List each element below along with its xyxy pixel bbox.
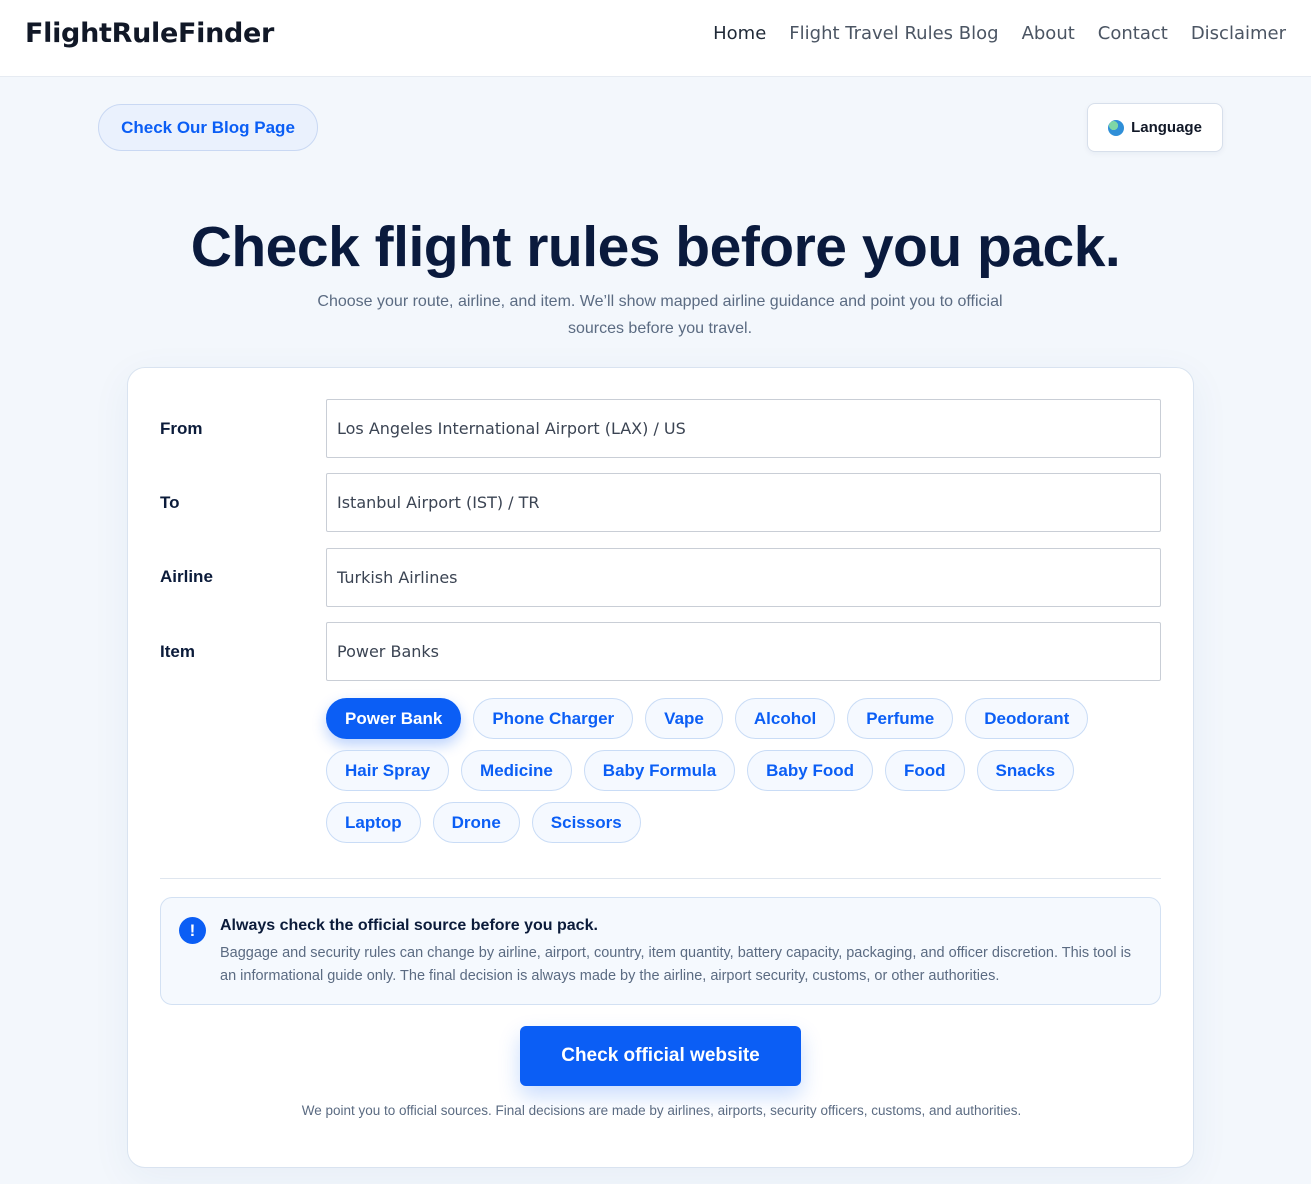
main-nav: Home Flight Travel Rules Blog About Cont… xyxy=(713,22,1286,46)
chip-drone[interactable]: Drone xyxy=(432,802,520,843)
nav-blog[interactable]: Flight Travel Rules Blog xyxy=(789,22,998,46)
chip-row: Power Bank Phone Charger Vape Alcohol Pe… xyxy=(326,698,1161,739)
nav-disclaimer[interactable]: Disclaimer xyxy=(1191,22,1286,46)
blog-page-button[interactable]: Check Our Blog Page xyxy=(98,104,318,151)
chip-baby-formula[interactable]: Baby Formula xyxy=(583,750,736,791)
chip-food[interactable]: Food xyxy=(885,750,965,791)
search-card: From Los Angeles International Airport (… xyxy=(127,367,1194,1168)
to-label: To xyxy=(160,493,180,512)
from-label: From xyxy=(160,419,203,438)
item-quick-picks: Power Bank Phone Charger Vape Alcohol Pe… xyxy=(326,698,1161,854)
divider xyxy=(160,878,1161,879)
chip-scissors[interactable]: Scissors xyxy=(531,802,641,843)
airline-field[interactable]: Turkish Airlines xyxy=(326,548,1161,607)
chip-medicine[interactable]: Medicine xyxy=(461,750,572,791)
chip-hair-spray[interactable]: Hair Spray xyxy=(326,750,450,791)
chip-phone-charger[interactable]: Phone Charger xyxy=(473,698,634,739)
footnote: We point you to official sources. Final … xyxy=(301,1103,1022,1118)
alert-icon: ! xyxy=(179,917,206,944)
to-field[interactable]: Istanbul Airport (IST) / TR xyxy=(326,473,1161,532)
nav-home[interactable]: Home xyxy=(713,22,766,46)
chip-row: Laptop Drone Scissors xyxy=(326,802,1161,843)
chip-row: Hair Spray Medicine Baby Formula Baby Fo… xyxy=(326,750,1161,791)
chip-deodorant[interactable]: Deodorant xyxy=(965,698,1089,739)
notice-body: Baggage and security rules can change by… xyxy=(220,945,1132,984)
chip-baby-food[interactable]: Baby Food xyxy=(747,750,873,791)
item-label: Item xyxy=(160,642,195,661)
top-navigation-bar: FlightRuleFinder Home Flight Travel Rule… xyxy=(0,0,1311,77)
chip-snacks[interactable]: Snacks xyxy=(976,750,1075,791)
brand-logo[interactable]: FlightRuleFinder xyxy=(25,18,274,49)
chip-power-bank[interactable]: Power Bank xyxy=(326,698,462,739)
page-title: Check flight rules before you pack. xyxy=(190,215,1121,279)
from-field[interactable]: Los Angeles International Airport (LAX) … xyxy=(326,399,1161,458)
official-source-notice: ! Always check the official source befor… xyxy=(160,897,1161,1005)
globe-icon xyxy=(1108,119,1125,136)
page-subtitle: Choose your route, airline, and item. We… xyxy=(317,293,1003,337)
nav-contact[interactable]: Contact xyxy=(1098,22,1168,46)
airline-label: Airline xyxy=(160,567,213,586)
notice-title: Always check the official source before … xyxy=(220,917,598,934)
language-label: Language xyxy=(1131,119,1202,136)
chip-perfume[interactable]: Perfume xyxy=(847,698,954,739)
chip-alcohol[interactable]: Alcohol xyxy=(734,698,836,739)
chip-vape[interactable]: Vape xyxy=(645,698,723,739)
check-official-website-button[interactable]: Check official website xyxy=(520,1026,801,1086)
language-button[interactable]: Language xyxy=(1087,103,1223,152)
item-field[interactable]: Power Banks xyxy=(326,622,1161,681)
nav-about[interactable]: About xyxy=(1022,22,1075,46)
chip-laptop[interactable]: Laptop xyxy=(326,802,421,843)
